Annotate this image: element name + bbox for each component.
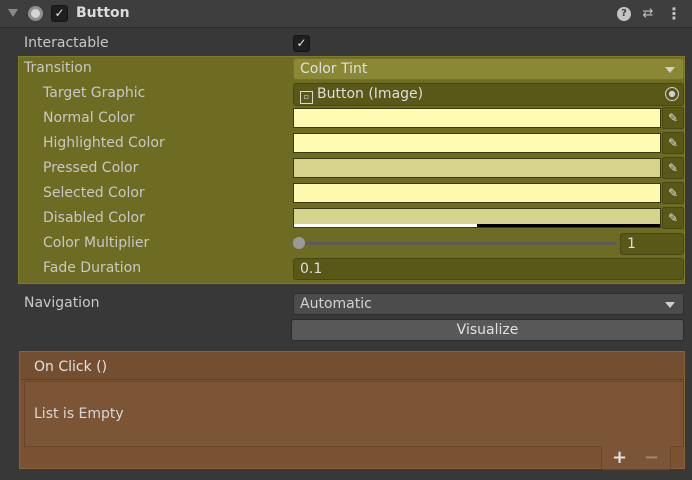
selected-color-swatch[interactable] bbox=[293, 183, 661, 203]
color-multiplier-input[interactable]: 1 bbox=[620, 233, 684, 255]
image-icon: ▫ bbox=[300, 91, 313, 104]
transition-dropdown[interactable]: Color Tint bbox=[293, 58, 684, 80]
chevron-down-icon bbox=[665, 302, 675, 308]
transition-dropdown-value: Color Tint bbox=[300, 61, 368, 77]
more-menu-icon[interactable]: ⋮ bbox=[666, 5, 682, 23]
navigation-dropdown[interactable]: Automatic bbox=[293, 293, 684, 315]
component-enabled-checkbox[interactable]: ✓ bbox=[51, 5, 68, 22]
alpha-bar-filled bbox=[294, 224, 477, 227]
chevron-down-icon bbox=[665, 67, 675, 73]
help-icon[interactable]: ? bbox=[617, 7, 631, 21]
navigation-label: Navigation bbox=[24, 295, 100, 311]
object-picker-icon[interactable]: ● bbox=[665, 87, 679, 101]
button-component-icon bbox=[28, 6, 43, 21]
target-graphic-label: Target Graphic bbox=[43, 85, 146, 101]
eyedropper-icon[interactable]: ✎ bbox=[662, 182, 684, 204]
eyedropper-icon[interactable]: ✎ bbox=[662, 207, 684, 229]
color-multiplier-label: Color Multiplier bbox=[43, 235, 150, 251]
navigation-dropdown-value: Automatic bbox=[300, 296, 372, 312]
selected-color-label: Selected Color bbox=[43, 185, 145, 201]
pressed-color-swatch[interactable] bbox=[293, 158, 661, 178]
color-multiplier-slider-handle[interactable] bbox=[293, 237, 305, 249]
target-graphic-field[interactable]: ▫ Button (Image) bbox=[293, 83, 684, 106]
interactable-checkbox[interactable]: ✓ bbox=[293, 35, 310, 52]
color-multiplier-slider-track[interactable] bbox=[299, 242, 617, 245]
foldout-arrow-icon[interactable] bbox=[8, 9, 18, 17]
highlighted-color-label: Highlighted Color bbox=[43, 135, 165, 151]
normal-color-label: Normal Color bbox=[43, 110, 135, 126]
eyedropper-icon[interactable]: ✎ bbox=[662, 107, 684, 129]
eyedropper-icon[interactable]: ✎ bbox=[662, 157, 684, 179]
pressed-color-label: Pressed Color bbox=[43, 160, 139, 176]
list-empty-text: List is Empty bbox=[34, 406, 124, 422]
highlighted-color-swatch[interactable] bbox=[293, 133, 661, 153]
visualize-button[interactable]: Visualize bbox=[291, 319, 684, 341]
normal-color-swatch[interactable] bbox=[293, 108, 661, 128]
target-graphic-value: Button (Image) bbox=[317, 86, 424, 102]
interactable-label: Interactable bbox=[24, 35, 109, 51]
component-title: Button bbox=[76, 5, 130, 21]
alpha-bar-empty bbox=[477, 224, 660, 227]
fade-duration-input[interactable]: 0.1 bbox=[293, 258, 684, 280]
fade-duration-label: Fade Duration bbox=[43, 260, 142, 276]
add-listener-button[interactable]: + bbox=[612, 447, 627, 468]
disabled-color-swatch[interactable] bbox=[293, 208, 661, 228]
presets-icon[interactable]: ⇄ bbox=[640, 6, 656, 22]
remove-listener-button[interactable]: − bbox=[644, 447, 659, 468]
on-click-header bbox=[20, 352, 684, 380]
transition-label: Transition bbox=[24, 60, 92, 76]
disabled-color-label: Disabled Color bbox=[43, 210, 145, 226]
eyedropper-icon[interactable]: ✎ bbox=[662, 132, 684, 154]
on-click-title: On Click () bbox=[34, 359, 108, 375]
